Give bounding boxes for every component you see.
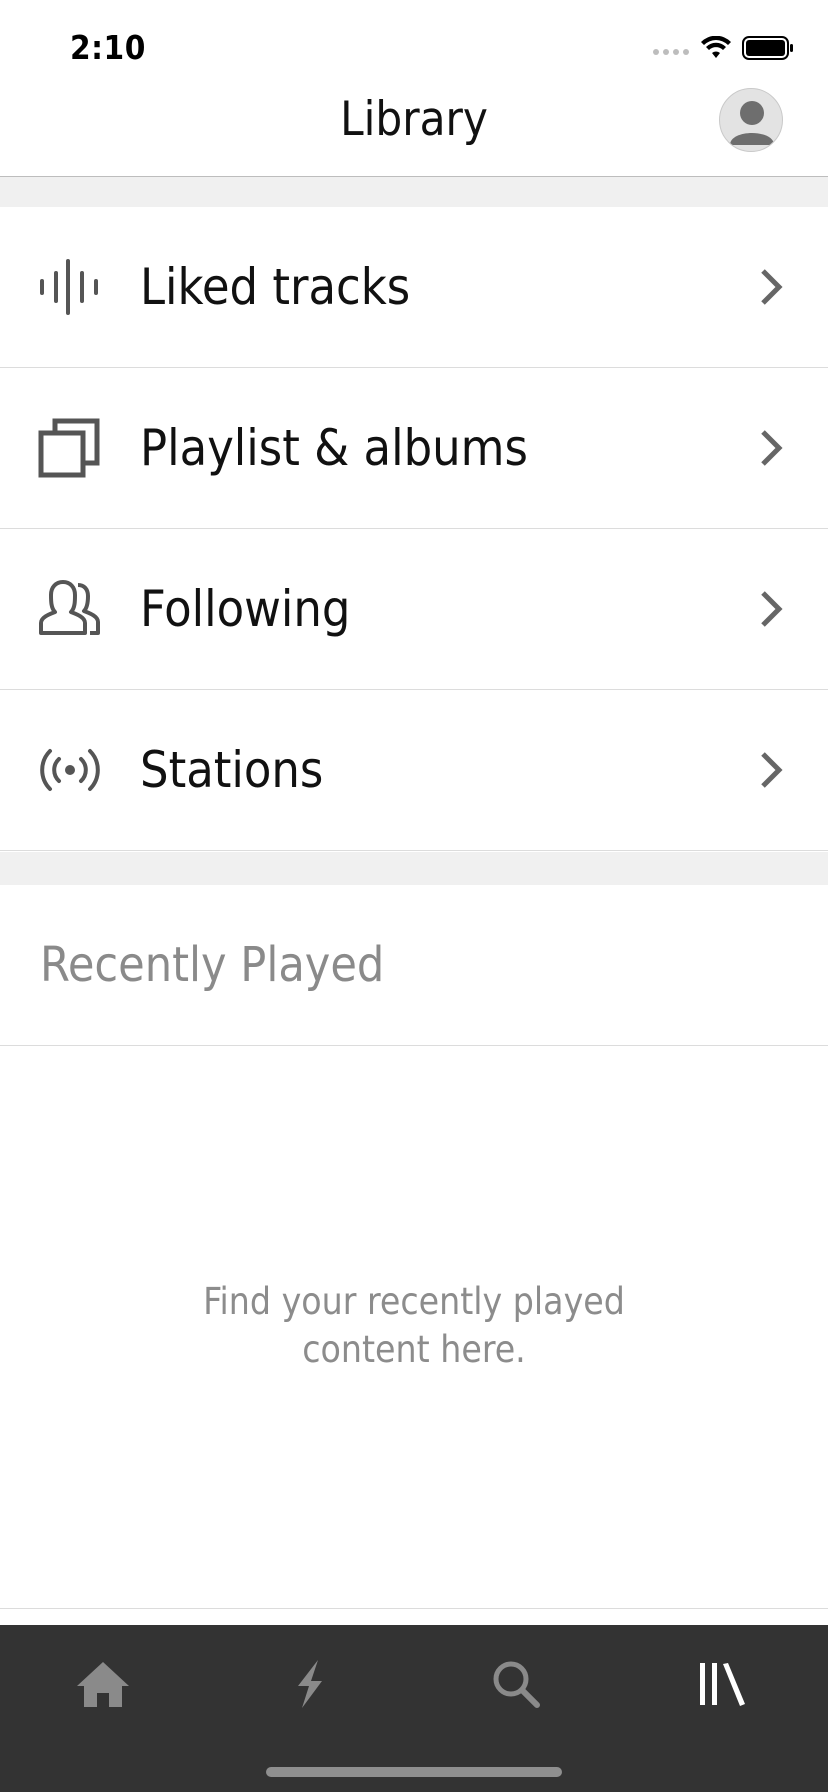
waveform-icon <box>38 255 102 319</box>
navigation-bar: Library <box>0 88 828 177</box>
avatar-button[interactable] <box>719 88 783 152</box>
status-indicators <box>652 35 794 64</box>
section-divider <box>0 852 828 885</box>
library-icon <box>700 1663 745 1706</box>
status-time: 2:10 <box>70 28 146 67</box>
tab-search[interactable] <box>471 1649 561 1719</box>
tab-home[interactable] <box>58 1649 148 1719</box>
chevron-right-icon <box>758 750 784 790</box>
battery-icon <box>742 36 794 64</box>
chevron-right-icon <box>758 267 784 307</box>
chevron-right-icon <box>758 428 784 468</box>
section-divider <box>0 177 828 207</box>
people-icon <box>38 577 102 641</box>
lightning-icon <box>298 1660 322 1708</box>
recently-played-header: Recently Played <box>0 885 828 1046</box>
menu-item-label: Stations <box>140 741 324 799</box>
stacked-squares-icon <box>38 416 102 480</box>
user-avatar-icon <box>730 101 774 145</box>
menu-item-label: Playlist & albums <box>140 419 528 477</box>
page-title: Library <box>340 92 488 147</box>
home-indicator <box>266 1767 562 1777</box>
empty-state-line: Find your recently played <box>203 1280 625 1323</box>
menu-item-label: Liked tracks <box>140 258 411 316</box>
menu-item-stations[interactable]: Stations <box>0 690 828 851</box>
section-title: Recently Played <box>40 937 385 993</box>
search-icon <box>493 1661 540 1708</box>
menu-item-label: Following <box>140 580 351 638</box>
divider <box>0 1608 828 1609</box>
menu-item-liked-tracks[interactable]: Liked tracks <box>0 207 828 368</box>
tab-bar <box>0 1625 828 1792</box>
menu-item-following[interactable]: Following <box>0 529 828 690</box>
signal-icon <box>652 41 690 60</box>
tab-library[interactable] <box>678 1649 768 1719</box>
status-bar: 2:10 <box>0 0 828 88</box>
empty-state-message: Find your recently played content here. <box>0 1278 828 1374</box>
home-icon <box>77 1662 129 1707</box>
chevron-right-icon <box>758 589 784 629</box>
broadcast-icon <box>38 738 102 802</box>
menu-item-playlist-albums[interactable]: Playlist & albums <box>0 368 828 529</box>
empty-state-line: content here. <box>302 1328 526 1371</box>
wifi-icon <box>700 35 732 64</box>
tab-stream[interactable] <box>265 1649 355 1719</box>
